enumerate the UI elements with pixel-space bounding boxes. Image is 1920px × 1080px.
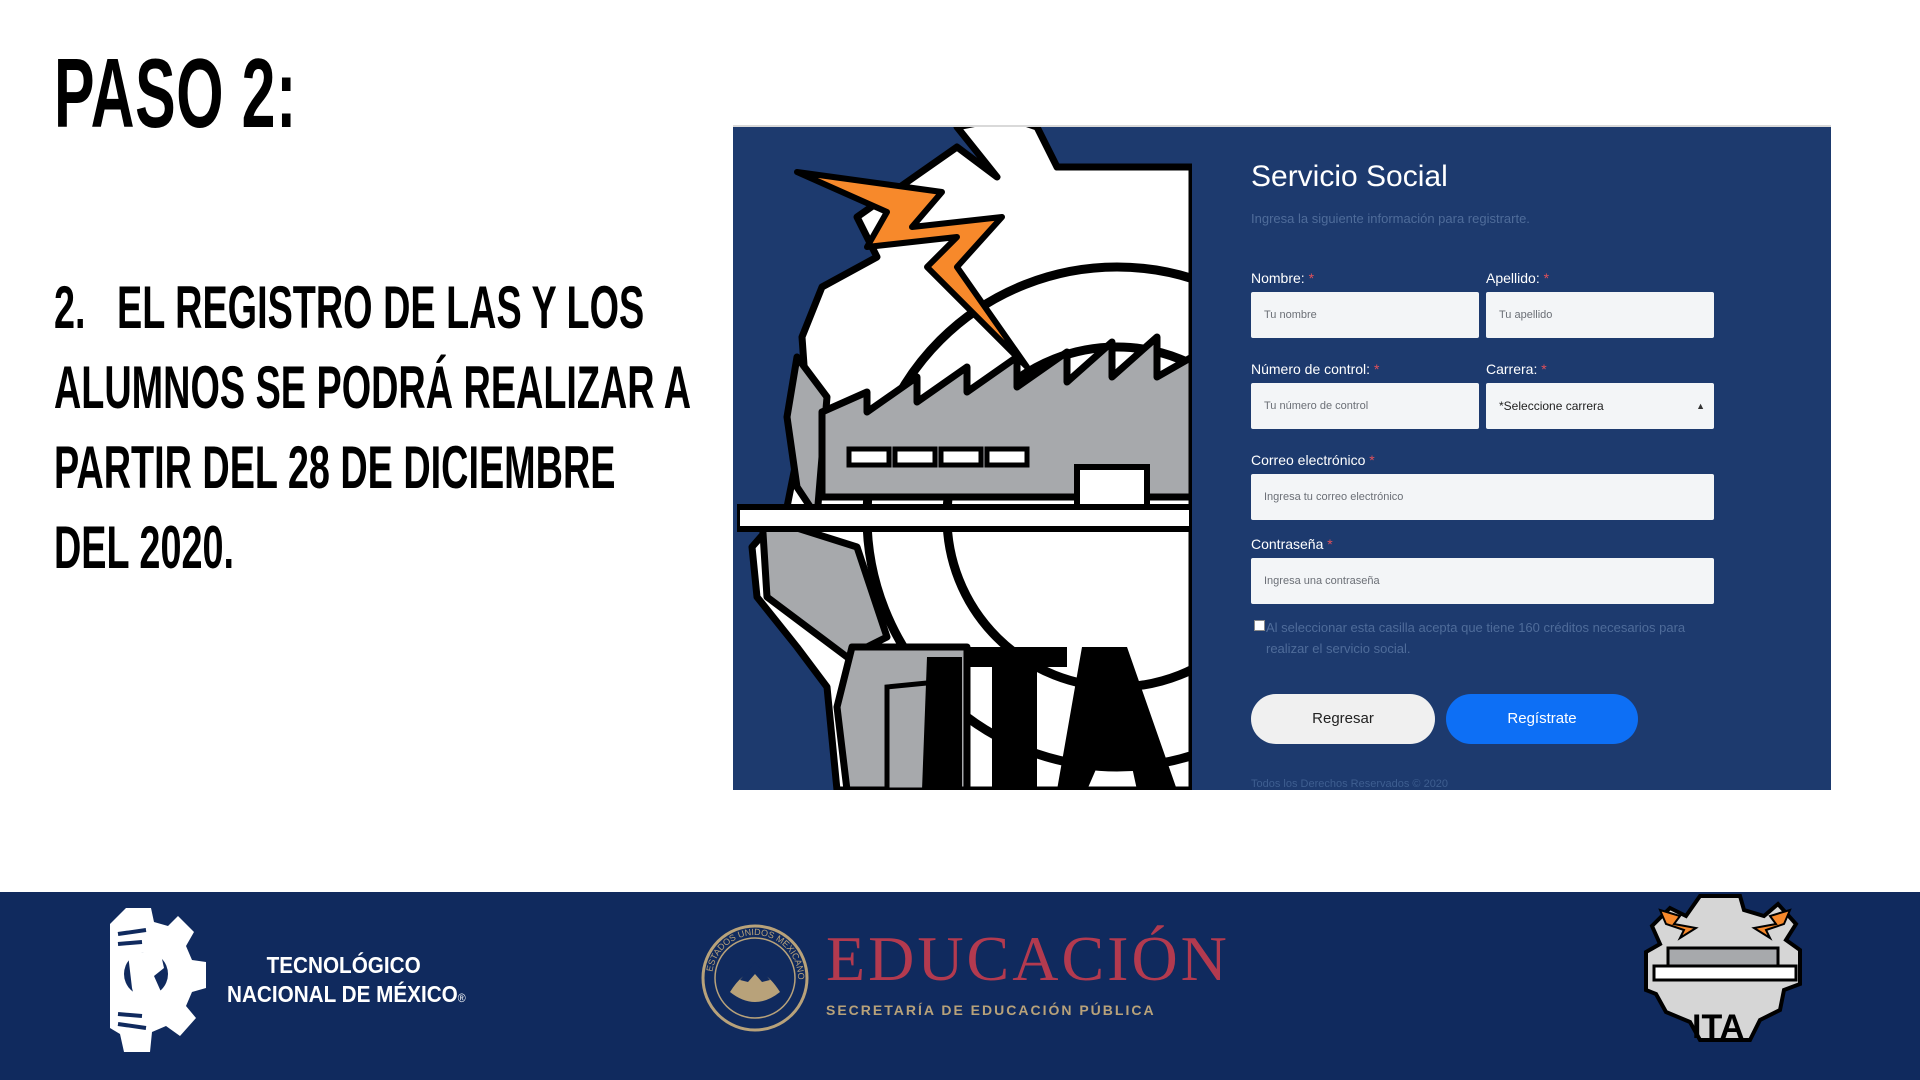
step-number: 2. — [54, 274, 86, 341]
apellido-input[interactable]: Tu apellido — [1486, 292, 1714, 338]
credits-checkbox[interactable] — [1254, 620, 1265, 631]
tecnm-line1: TECNOLÓGICO — [266, 952, 421, 978]
mexico-seal-icon: ESTADOS UNIDOS MEXICANOS — [700, 922, 809, 1032]
nombre-input[interactable]: Tu nombre — [1251, 292, 1479, 338]
required-mark: * — [1308, 270, 1315, 286]
tecnm-line2: NACIONAL DE MÉXICO — [227, 981, 458, 1007]
carrera-select[interactable]: *Seleccione carrera ▲ — [1486, 383, 1714, 429]
contrasena-label: Contraseña * — [1251, 536, 1333, 552]
step-description: EL REGISTRO DE LAS Y LOS ALUMNOS SE PODR… — [54, 274, 690, 581]
registration-form: Servicio Social Ingresa la siguiente inf… — [1192, 127, 1831, 790]
educacion-subtitle: SECRETARÍA DE EDUCACIÓN PÚBLICA — [826, 1002, 1156, 1018]
tecnm-line2-wrap: NACIONAL DE MÉXICO® — [227, 980, 524, 1013]
nombre-label: Nombre: * — [1251, 270, 1315, 286]
credits-checkbox-label: Al seleccionar esta casilla acepta que t… — [1266, 620, 1686, 656]
numero-control-input[interactable]: Tu número de control — [1251, 383, 1479, 429]
select-arrows-icon: ▲ — [1696, 401, 1705, 411]
ita-gear-logo-icon — [734, 127, 1372, 790]
required-mark: * — [1369, 452, 1375, 468]
ita-small-logo-icon: ITA — [1644, 894, 1802, 1046]
correo-label: Correo electrónico * — [1251, 452, 1375, 468]
slide-title: PASO 2: — [54, 38, 297, 148]
carrera-selected-value: *Seleccione carrera — [1499, 399, 1604, 413]
tecnm-wordmark: TECNOLÓGICO NACIONAL DE MÉXICO® — [227, 951, 524, 1013]
required-mark: * — [1373, 361, 1380, 377]
form-footer-text: Todos los Derechos Reservados © 2020 — [1251, 778, 1449, 790]
form-subtitle: Ingresa la siguiente información para re… — [1251, 211, 1530, 226]
required-mark: * — [1327, 536, 1333, 552]
registered-mark: ® — [457, 991, 466, 1005]
required-mark: * — [1541, 361, 1547, 377]
contrasena-input[interactable]: Ingresa una contraseña — [1251, 558, 1714, 604]
required-mark: * — [1543, 270, 1550, 286]
carrera-label: Carrera: * — [1486, 361, 1547, 377]
back-button[interactable]: Regresar — [1251, 694, 1435, 744]
apellido-label: Apellido: * — [1486, 270, 1550, 286]
registration-screenshot: Servicio Social Ingresa la siguiente inf… — [733, 125, 1831, 790]
form-title: Servicio Social — [1251, 160, 1448, 193]
step-text: 2. EL REGISTRO DE LAS Y LOS ALUMNOS SE P… — [54, 268, 690, 588]
register-button[interactable]: Regístrate — [1446, 694, 1638, 744]
ita-logo-text: ITA — [1692, 1008, 1744, 1046]
numero-control-label: Número de control: * — [1251, 361, 1380, 377]
correo-input[interactable]: Ingresa tu correo electrónico — [1251, 474, 1714, 520]
tecnm-logo-icon — [110, 908, 206, 1052]
ita-logo-illustration — [734, 127, 1372, 790]
educacion-title: EDUCACIÓN — [826, 923, 1230, 994]
